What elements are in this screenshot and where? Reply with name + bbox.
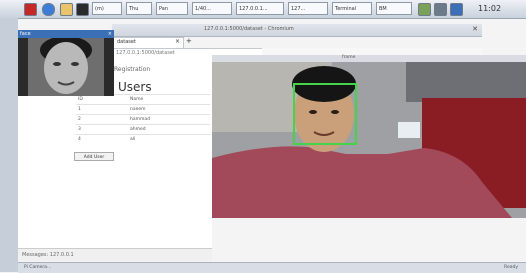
network-icon[interactable]: [418, 3, 431, 16]
new-tab-icon[interactable]: +: [186, 37, 192, 45]
taskbar-button-5[interactable]: 127.0.0.1...: [236, 2, 284, 15]
window-title: 127.0.0.1:5000/dataset - Chromium: [204, 26, 294, 32]
taskbar-button-3[interactable]: Pan: [156, 2, 188, 15]
page-subheading: Registration: [114, 66, 151, 73]
table-cell: ahmed: [128, 124, 210, 135]
tab-label: dataset: [117, 39, 136, 45]
table-header-name: Name: [128, 94, 210, 105]
face-thumbnail: [18, 30, 114, 96]
table-cell: 4: [76, 134, 128, 144]
table-cell: ali: [128, 134, 210, 144]
taskbar: (m) Thu Pan 1/40... 127.0.0.1... 127... …: [0, 0, 526, 19]
taskbar-button-1[interactable]: (m): [92, 2, 122, 15]
table-cell: naeem: [128, 104, 210, 115]
table-row: 1 naeem: [76, 104, 210, 115]
table-cell: 1: [76, 104, 128, 115]
page-title: Users: [118, 80, 152, 94]
users-table: ID Name 1 naeem 2 hammad 3 ahmed 4 ali: [76, 94, 210, 144]
thumbnail-title: face: [20, 31, 31, 37]
messages-text: Messages: 127.0.0.1: [22, 252, 74, 258]
bluetooth-icon[interactable]: [450, 3, 463, 16]
camera-feed: [212, 62, 526, 218]
thumbnail-close-icon[interactable]: ×: [108, 30, 112, 38]
status-text-right: Ready: [504, 265, 518, 270]
table-cell: 3: [76, 124, 128, 135]
add-user-button[interactable]: Add User: [74, 152, 114, 161]
browser-icon[interactable]: [42, 3, 55, 16]
table-cell: 2: [76, 114, 128, 125]
desktop-strip: [0, 18, 18, 272]
status-bar: Pi Camera... Ready: [18, 262, 526, 273]
tab-close-icon[interactable]: ×: [175, 38, 180, 45]
face-thumbnail-image: [18, 30, 114, 96]
taskbar-button-7[interactable]: Terminal: [332, 2, 372, 15]
video-titlebar: frame: [212, 55, 526, 62]
table-row: 3 ahmed: [76, 124, 210, 135]
camera-feed-image: [212, 62, 526, 218]
close-icon[interactable]: ✕: [472, 25, 478, 33]
tab-dataset[interactable]: dataset ×: [112, 37, 184, 48]
terminal-icon[interactable]: [76, 3, 89, 16]
table-header-id: ID: [76, 94, 128, 105]
messages-bar: Messages: 127.0.0.1: [18, 248, 212, 261]
taskbar-button-8[interactable]: BM: [376, 2, 412, 15]
clock: 11:02: [478, 4, 502, 13]
table-cell: hammad: [128, 114, 210, 125]
folder-icon[interactable]: [60, 3, 73, 16]
video-label: frame: [342, 55, 356, 60]
taskbar-button-6[interactable]: 127...: [288, 2, 328, 15]
status-text-left: Pi Camera...: [24, 265, 52, 270]
url-text: 127.0.0.1:5000/dataset: [116, 50, 175, 56]
table-row: 2 hammad: [76, 114, 210, 125]
raspberry-menu-icon[interactable]: [24, 3, 37, 16]
thumbnail-titlebar: face ×: [18, 30, 114, 38]
taskbar-button-4[interactable]: 1/40...: [192, 2, 232, 15]
taskbar-button-2[interactable]: Thu: [126, 2, 152, 15]
browser-titlebar: 127.0.0.1:5000/dataset - Chromium ✕: [112, 24, 482, 37]
volume-icon[interactable]: [434, 3, 447, 16]
table-header-row: ID Name: [76, 94, 210, 105]
table-row: 4 ali: [76, 134, 210, 144]
